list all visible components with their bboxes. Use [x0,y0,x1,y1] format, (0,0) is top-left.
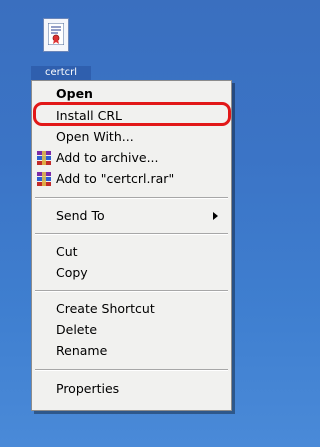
menu-item-open-with[interactable]: Open With... [32,126,231,147]
menu-item-label: Create Shortcut [56,301,155,316]
file-name-label[interactable]: certcrl [31,66,91,80]
certificate-seal-icon [48,23,64,45]
certificate-file-icon[interactable] [43,18,69,52]
menu-item-label: Cut [56,244,78,259]
menu-item-label: Add to "certcrl.rar" [56,171,175,186]
menu-item-send-to[interactable]: Send To [32,205,231,226]
menu-item-delete[interactable]: Delete [32,319,231,340]
menu-item-rename[interactable]: Rename [32,340,231,361]
menu-item-open[interactable]: Open [32,83,231,104]
menu-item-properties[interactable]: Properties [32,378,231,399]
menu-item-create-shortcut[interactable]: Create Shortcut [32,298,231,319]
submenu-arrow-icon [213,212,218,220]
menu-item-label: Open With... [56,129,134,144]
menu-item-label: Copy [56,265,88,280]
menu-item-add-to-archive[interactable]: Add to archive... [32,147,231,168]
menu-separator [35,197,228,199]
menu-item-install-crl[interactable]: Install CRL [32,105,231,126]
menu-item-copy[interactable]: Copy [32,262,231,283]
menu-item-label: Open [56,86,93,101]
menu-item-cut[interactable]: Cut [32,241,231,262]
context-menu: Open Install CRL Open With... Add to arc… [31,80,232,411]
menu-item-label: Rename [56,343,108,358]
winrar-icon [37,172,51,186]
menu-item-label: Properties [56,381,120,396]
winrar-icon [37,151,51,165]
menu-separator [35,369,228,371]
menu-item-label: Send To [56,208,105,223]
menu-item-add-to-rar[interactable]: Add to "certcrl.rar" [32,168,231,189]
menu-item-label: Add to archive... [56,150,159,165]
menu-item-label: Install CRL [56,108,122,123]
menu-separator [35,290,228,292]
menu-separator [35,233,228,235]
menu-item-label: Delete [56,322,98,337]
